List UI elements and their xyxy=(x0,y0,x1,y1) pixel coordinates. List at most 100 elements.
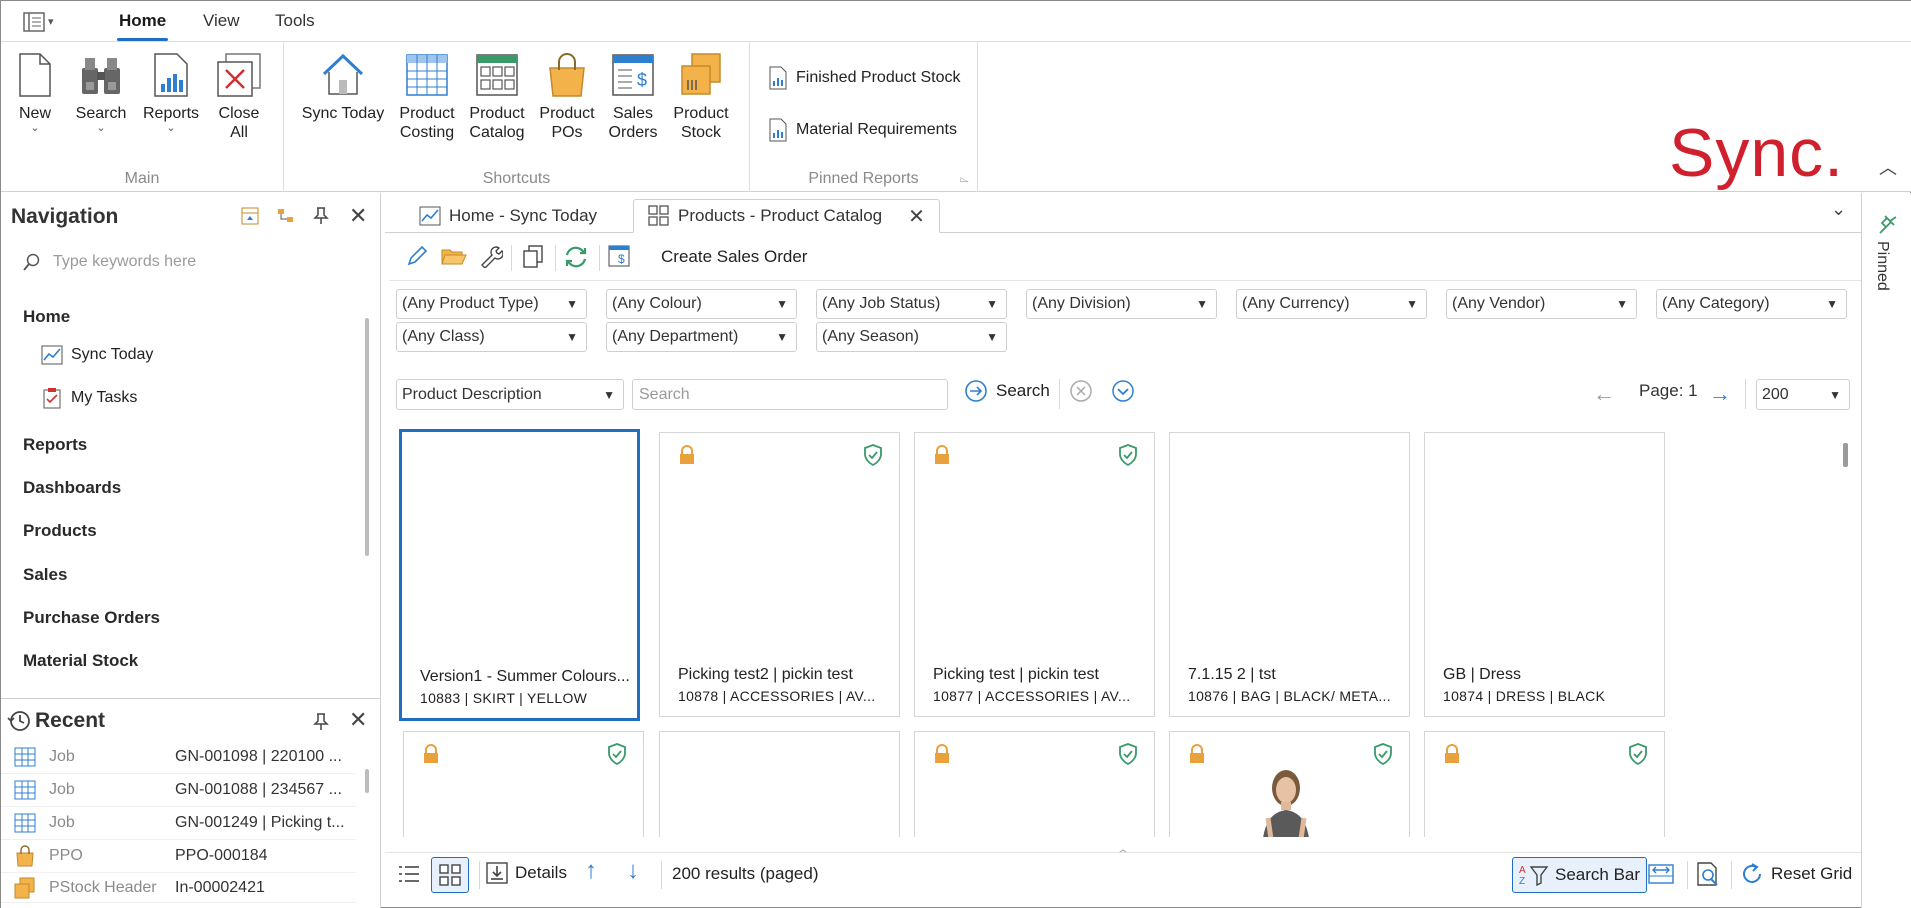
create-sales-order-button[interactable]: Create Sales Order xyxy=(661,247,807,267)
close-icon[interactable]: ✕ xyxy=(349,203,367,229)
collapse-all-icon[interactable] xyxy=(241,207,259,230)
pinned-report-finished-product-stock[interactable]: Finished Product Stock xyxy=(768,66,961,90)
recent-row[interactable]: Job GN-001249 | Picking t... xyxy=(1,807,356,840)
svg-text:Z: Z xyxy=(1519,876,1525,886)
navigation-search[interactable]: Type keywords here xyxy=(23,253,196,271)
recent-scrollbar[interactable] xyxy=(365,769,369,793)
nav-section-material-stock[interactable]: Material Stock xyxy=(23,651,138,671)
stock-boxes-icon xyxy=(14,877,35,898)
sort-descending-icon[interactable]: ↓ xyxy=(627,857,639,885)
app-menu-icon xyxy=(23,12,45,32)
filter-season[interactable]: (Any Season) ▼ xyxy=(816,322,1007,352)
pinned-tab-label[interactable]: Pinned xyxy=(1873,241,1891,291)
search-button[interactable]: Search ⌄ xyxy=(73,52,129,134)
sync-today-button[interactable]: Sync Today xyxy=(298,52,388,123)
recent-row[interactable]: PStock Header In-00002421 xyxy=(1,873,356,903)
tab-view[interactable]: View xyxy=(203,11,240,31)
product-card[interactable] xyxy=(914,731,1155,837)
product-catalog-button[interactable]: Product Catalog xyxy=(464,52,530,142)
next-page-icon[interactable]: → xyxy=(1709,381,1731,407)
filter-vendor[interactable]: (Any Vendor) ▼ xyxy=(1446,289,1637,319)
close-icon[interactable]: ✕ xyxy=(349,707,367,733)
product-pos-button[interactable]: Product POs xyxy=(534,52,600,142)
reports-button[interactable]: Reports ⌄ xyxy=(139,52,203,134)
close-all-button[interactable]: Close All xyxy=(215,52,263,142)
search-input[interactable]: Search xyxy=(632,379,948,410)
recent-row[interactable]: PPO PPO-000184 xyxy=(1,840,356,873)
refresh-icon[interactable] xyxy=(563,244,589,275)
card-view-icon[interactable] xyxy=(431,857,469,893)
new-button[interactable]: New ⌄ xyxy=(15,52,55,134)
expand-search-icon[interactable] xyxy=(1111,379,1135,408)
search-button[interactable]: Search xyxy=(964,379,1050,403)
search-field-select[interactable]: Product Description ▼ xyxy=(396,379,624,410)
filter-job-status[interactable]: (Any Job Status) ▼ xyxy=(816,289,1007,319)
filter-currency[interactable]: (Any Currency) ▼ xyxy=(1236,289,1427,319)
reset-grid-button[interactable]: Reset Grid xyxy=(1739,861,1852,887)
product-card[interactable]: 7.1.15 2 | tst 10876 | BAG | BLACK/ META… xyxy=(1169,432,1410,717)
edit-pencil-icon[interactable] xyxy=(405,244,429,273)
doc-tab-home-sync-today[interactable]: Home - Sync Today xyxy=(405,199,611,233)
wrench-icon[interactable] xyxy=(479,244,504,273)
tab-list-dropdown-icon[interactable]: ⌄ xyxy=(1831,199,1846,220)
collapse-ribbon-icon[interactable]: ︿ xyxy=(1879,154,1897,180)
nav-item-sync-today[interactable]: Sync Today xyxy=(41,345,153,365)
product-card[interactable] xyxy=(1169,731,1410,837)
page-size-select[interactable]: 200 ▼ xyxy=(1756,379,1850,410)
tab-tools[interactable]: Tools xyxy=(275,11,315,31)
ribbon-tab-bar: ▾ Home View Tools xyxy=(1,1,1911,42)
product-card[interactable]: Picking test2 | pickin test 10878 | ACCE… xyxy=(659,432,900,717)
pin-icon[interactable] xyxy=(1878,213,1900,237)
product-card[interactable]: Picking test | pickin test 10877 | ACCES… xyxy=(914,432,1155,717)
product-card[interactable] xyxy=(403,731,644,837)
grid-scrollbar[interactable] xyxy=(1843,443,1848,467)
doc-tab-product-catalog[interactable]: Products - Product Catalog ✕ xyxy=(633,199,940,233)
filter-category[interactable]: (Any Category) ▼ xyxy=(1656,289,1847,319)
fit-columns-icon[interactable] xyxy=(1647,861,1675,885)
nav-section-purchase-orders[interactable]: Purchase Orders xyxy=(23,608,160,628)
filter-department[interactable]: (Any Department) ▼ xyxy=(606,322,797,352)
product-pos-label-2: POs xyxy=(551,124,583,141)
pinned-report-material-requirements[interactable]: Material Requirements xyxy=(768,118,957,142)
close-tab-icon[interactable]: ✕ xyxy=(908,204,925,229)
filter-product-type[interactable]: (Any Product Type) ▼ xyxy=(396,289,587,319)
product-card[interactable] xyxy=(659,731,900,837)
filter-colour[interactable]: (Any Colour) ▼ xyxy=(606,289,797,319)
product-costing-button[interactable]: Product Costing xyxy=(394,52,460,142)
list-view-icon[interactable] xyxy=(397,863,421,885)
print-preview-icon[interactable] xyxy=(1695,861,1721,887)
nav-section-dashboards[interactable]: Dashboards xyxy=(23,478,121,498)
recent-row[interactable]: Job GN-001098 | 220100 ... xyxy=(1,741,356,774)
tab-home[interactable]: Home xyxy=(116,11,169,41)
filter-class[interactable]: (Any Class) ▼ xyxy=(396,322,587,352)
filter-value: (Any Department) xyxy=(612,328,739,345)
sales-orders-button[interactable]: $ Sales Orders xyxy=(602,52,664,142)
nav-section-products[interactable]: Products xyxy=(23,521,97,541)
nav-section-home[interactable]: Home xyxy=(23,307,70,327)
nav-item-my-tasks[interactable]: My Tasks xyxy=(41,387,137,409)
dialog-launcher-icon[interactable]: ⌳ xyxy=(960,171,969,186)
recent-row[interactable]: Job GN-001088 | 234567 ... xyxy=(1,774,356,807)
product-card[interactable]: Version1 - Summer Colours... 10883 | SKI… xyxy=(399,429,640,721)
clear-search-icon[interactable] xyxy=(1069,379,1093,408)
previous-page-icon[interactable]: ← xyxy=(1593,381,1615,407)
nav-section-reports[interactable]: Reports xyxy=(23,435,87,455)
product-stock-button[interactable]: Product Stock xyxy=(668,52,734,142)
product-card[interactable] xyxy=(1424,731,1665,837)
search-bar-toggle[interactable]: AZ Search Bar xyxy=(1512,857,1648,893)
details-button[interactable]: Details xyxy=(485,861,567,885)
tree-view-icon[interactable] xyxy=(277,207,295,230)
sales-orders-label-1: Sales xyxy=(612,105,654,122)
open-folder-icon[interactable] xyxy=(441,244,467,273)
navigation-scrollbar[interactable] xyxy=(365,318,369,556)
pin-icon[interactable] xyxy=(313,713,329,736)
app-menu-button[interactable]: ▾ xyxy=(23,10,59,34)
pin-icon[interactable] xyxy=(313,207,329,230)
product-card[interactable]: GB | Dress 10874 | DRESS | BLACK xyxy=(1424,432,1665,717)
create-sales-order-icon[interactable]: $ xyxy=(607,244,631,273)
nav-section-sales[interactable]: Sales xyxy=(23,565,67,585)
recent-row-value: GN-001098 | 220100 ... xyxy=(175,748,342,765)
sort-ascending-icon[interactable]: ↑ xyxy=(585,857,597,885)
copy-icon[interactable] xyxy=(521,244,545,273)
filter-division[interactable]: (Any Division) ▼ xyxy=(1026,289,1217,319)
